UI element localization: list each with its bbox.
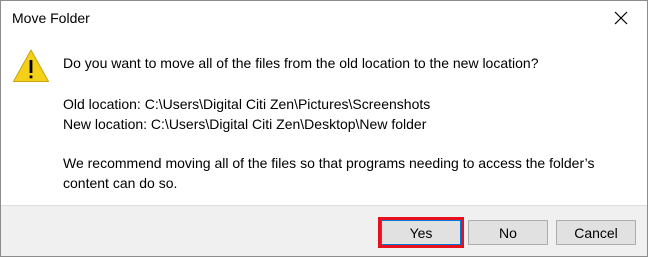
recommendation-text: We recommend moving all of the files so … [63, 155, 595, 191]
new-location-text: New location: C:\Users\Digital Citi Zen\… [63, 116, 427, 132]
old-location-text: Old location: C:\Users\Digital Citi Zen\… [63, 96, 431, 112]
move-folder-dialog: Move Folder Do you want to move all of t… [0, 0, 648, 257]
title-bar: Move Folder [1, 1, 647, 35]
dialog-content: Do you want to move all of the files fro… [1, 35, 647, 205]
dialog-title: Move Folder [12, 10, 90, 26]
cancel-button[interactable]: Cancel [556, 220, 636, 245]
main-instruction: Do you want to move all of the files fro… [63, 55, 539, 71]
close-icon [614, 11, 628, 25]
warning-icon [13, 49, 49, 82]
button-bar: Yes No Cancel [1, 205, 647, 256]
yes-button[interactable]: Yes [378, 217, 464, 248]
close-button[interactable] [599, 3, 643, 33]
no-button[interactable]: No [468, 220, 548, 245]
